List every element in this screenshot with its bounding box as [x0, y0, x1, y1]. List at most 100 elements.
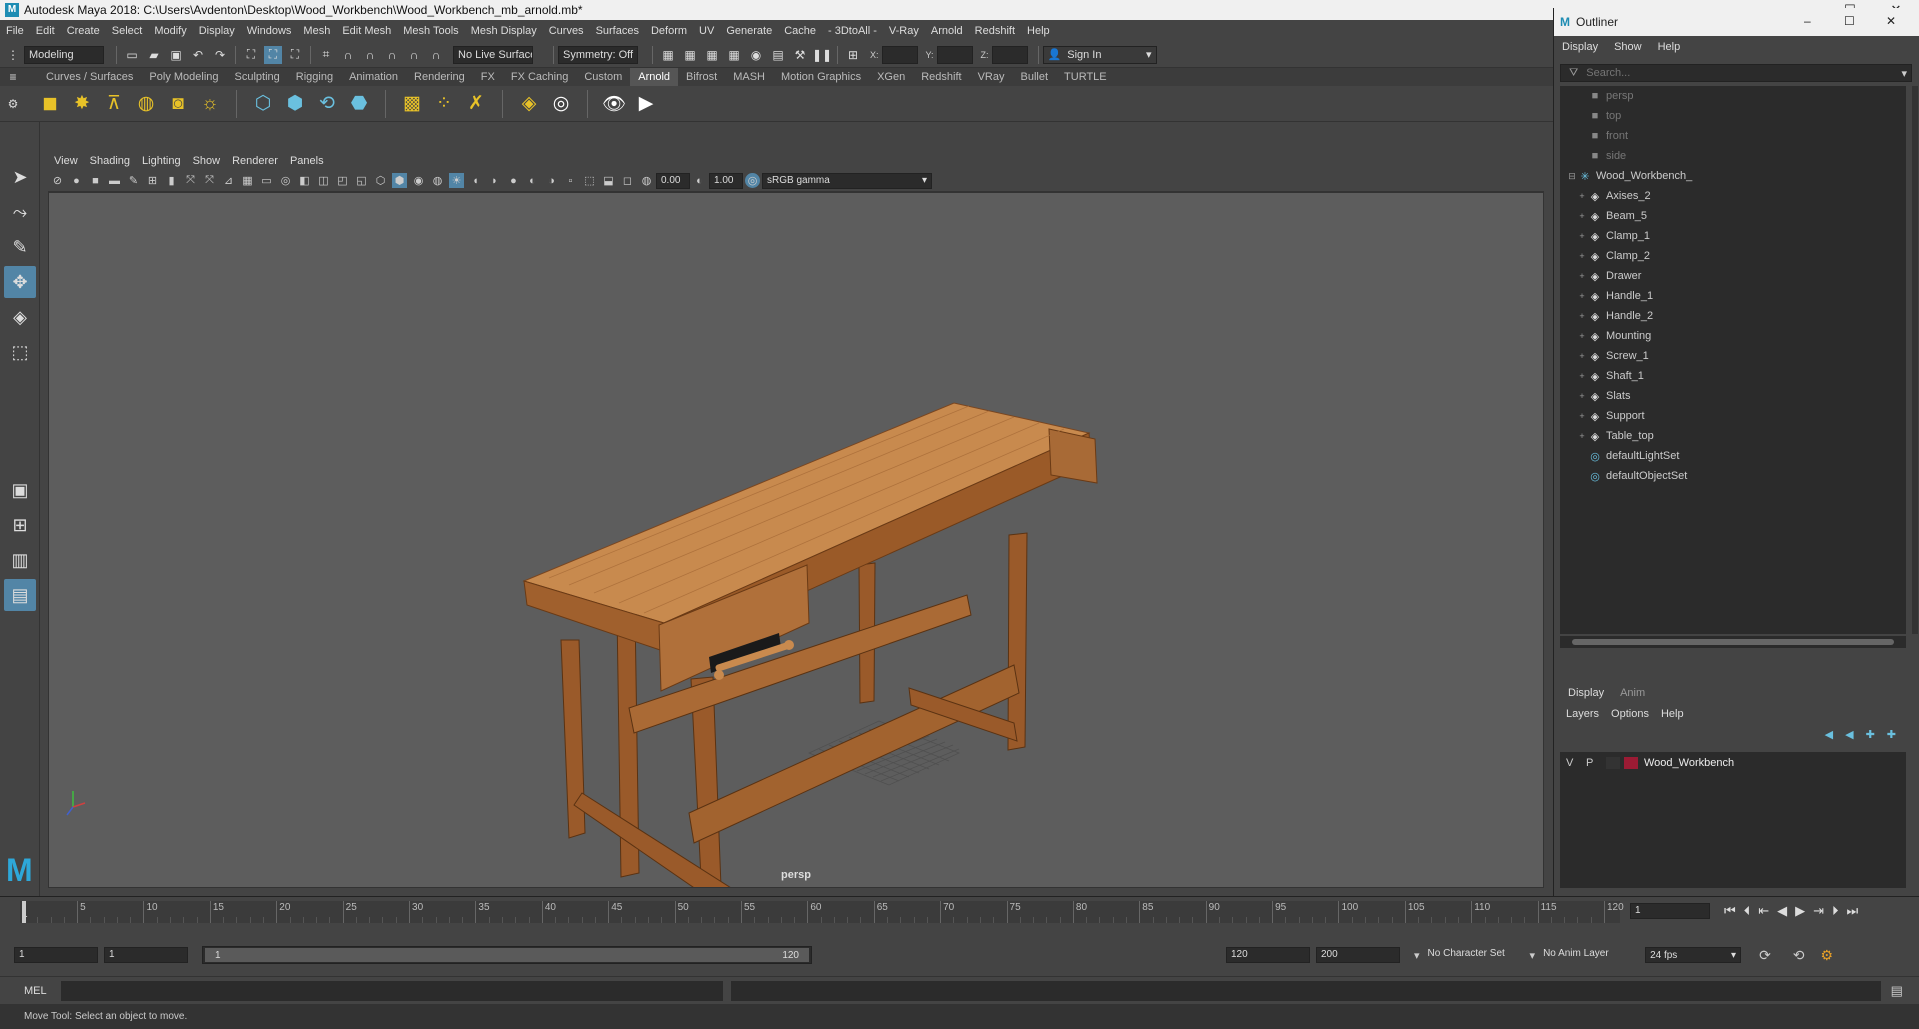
- volume-icon[interactable]: ⬣: [346, 91, 372, 117]
- symmetry-dropdown[interactable]: Symmetry: Off: [558, 45, 638, 64]
- play-forwards-icon[interactable]: ▶: [1795, 903, 1805, 919]
- curve-collector-icon[interactable]: ⟲: [314, 91, 340, 117]
- layer-type[interactable]: [1606, 757, 1620, 769]
- hypershade-icon[interactable]: ◉: [747, 46, 765, 64]
- frame-selection-icon[interactable]: ⤧: [202, 173, 217, 188]
- lasso-tool-icon[interactable]: ⤳: [4, 196, 36, 228]
- textured-icon[interactable]: ◍: [430, 173, 445, 188]
- shelf-tab-rigging[interactable]: Rigging: [288, 68, 341, 86]
- menu-display[interactable]: Display: [199, 25, 235, 37]
- shelf-tab-fx[interactable]: FX: [473, 68, 503, 86]
- ipr-render-icon[interactable]: ▦: [703, 46, 721, 64]
- camera-2d-pan-icon[interactable]: ⊞: [145, 173, 160, 188]
- shelf-tab-custom[interactable]: Custom: [576, 68, 630, 86]
- menu-edit[interactable]: Edit: [36, 25, 55, 37]
- safe-title-icon[interactable]: ◱: [354, 173, 369, 188]
- outliner-item-root[interactable]: ⊟ ✳ Wood_Workbench_: [1560, 166, 1906, 186]
- shelf-tab-vray[interactable]: VRay: [970, 68, 1013, 86]
- outliner-menu-show[interactable]: Show: [1614, 41, 1642, 53]
- outliner-item-mesh[interactable]: + ◈ Table_top: [1560, 426, 1906, 446]
- layer-visibility[interactable]: V: [1566, 757, 1586, 769]
- shelf-tab-motion-graphics[interactable]: Motion Graphics: [773, 68, 869, 86]
- fps-dropdown[interactable]: 24 fps ▾: [1645, 947, 1742, 963]
- layer-color-swatch[interactable]: [1624, 757, 1638, 769]
- grease-pencil-icon[interactable]: ✎: [126, 173, 141, 188]
- single-perspective-layout-icon[interactable]: ▣: [4, 474, 36, 506]
- outliner-item-mesh[interactable]: + ◈ Slats: [1560, 386, 1906, 406]
- new-scene-icon[interactable]: ▭: [123, 46, 141, 64]
- lights-icon[interactable]: ☀: [449, 173, 464, 188]
- outliner-item-camera[interactable]: ■ front: [1560, 126, 1906, 146]
- panel-menu-renderer[interactable]: Renderer: [232, 155, 278, 167]
- snap-surface-icon[interactable]: ∩: [405, 46, 423, 64]
- menu-arnold[interactable]: Arnold: [931, 25, 963, 37]
- outliner-item-mesh[interactable]: + ◈ Drawer: [1560, 266, 1906, 286]
- outliner-item-mesh[interactable]: + ◈ Mounting: [1560, 326, 1906, 346]
- menu-curves[interactable]: Curves: [549, 25, 584, 37]
- layer-tab-anim[interactable]: Anim: [1612, 685, 1653, 701]
- chevron-down-icon[interactable]: ▾: [1901, 67, 1907, 80]
- shelf-tab-xgen[interactable]: XGen: [869, 68, 913, 86]
- rotate-tool-icon[interactable]: ◈: [4, 301, 36, 333]
- outliner-item-mesh[interactable]: + ◈ Clamp_2: [1560, 246, 1906, 266]
- render-view-icon[interactable]: ▤: [769, 46, 787, 64]
- step-forward-frame-icon[interactable]: ⏵: [1832, 903, 1839, 919]
- material-icon[interactable]: ◈: [516, 91, 542, 117]
- select-component-icon[interactable]: ⛶: [286, 46, 304, 64]
- panel-menu-panels[interactable]: Panels: [290, 155, 324, 167]
- smooth-shade-icon[interactable]: ⬢: [392, 173, 407, 188]
- layer-menu-options[interactable]: Options: [1611, 708, 1649, 720]
- move-layer-down-icon[interactable]: ◀: [1845, 728, 1853, 741]
- menu-3dtoall[interactable]: - 3DtoAll -: [828, 25, 877, 37]
- anti-aliasing-icon[interactable]: ◐: [525, 173, 540, 188]
- standin-icon[interactable]: ⬡: [250, 91, 276, 117]
- shelf-tab-bullet[interactable]: Bullet: [1013, 68, 1057, 86]
- shadows-icon[interactable]: ◖: [468, 173, 483, 188]
- xray-joints-icon[interactable]: ⬓: [601, 173, 616, 188]
- menu-uv[interactable]: UV: [699, 25, 714, 37]
- panel-menu-lighting[interactable]: Lighting: [142, 155, 181, 167]
- outliner-item-camera[interactable]: ■ side: [1560, 146, 1906, 166]
- grid-toggle-icon[interactable]: ▦: [240, 173, 255, 188]
- perspective-viewport[interactable]: persp: [48, 192, 1544, 888]
- loop-icon[interactable]: ⟳: [1759, 947, 1771, 964]
- playback-end-field[interactable]: 120: [1226, 947, 1310, 963]
- frame-all-icon[interactable]: ⤧: [183, 173, 198, 188]
- time-ruler[interactable]: 5 10 15 20 25 30 35 40 45 50 55 60 65 70 75 80 85 90 95 100…: [20, 901, 1624, 923]
- play-backwards-icon[interactable]: ◀: [1777, 903, 1787, 919]
- bookmark-icon[interactable]: ■: [88, 173, 103, 188]
- render-sequence-icon[interactable]: ▦: [681, 46, 699, 64]
- snap-grid-icon[interactable]: ⌗: [317, 46, 335, 64]
- select-camera-icon[interactable]: ⊘: [50, 173, 65, 188]
- open-scene-icon[interactable]: ▰: [145, 46, 163, 64]
- exposure-field[interactable]: 0.00: [656, 172, 690, 189]
- sign-in-button[interactable]: 👤 Sign In ▾: [1042, 45, 1157, 64]
- flush-cache-icon[interactable]: ✗: [463, 91, 489, 117]
- outliner-item-mesh[interactable]: + ◈ Shaft_1: [1560, 366, 1906, 386]
- redo-icon[interactable]: ↷: [211, 46, 229, 64]
- expand-icon[interactable]: +: [1576, 191, 1588, 201]
- outliner-search[interactable]: ⛛ ▾: [1560, 64, 1912, 82]
- command-input[interactable]: [60, 980, 723, 1001]
- go-to-start-icon[interactable]: ⏮: [1724, 903, 1736, 919]
- undo-icon[interactable]: ↶: [189, 46, 207, 64]
- color-space-dropdown[interactable]: sRGB gamma ▾: [762, 172, 932, 189]
- range-slider[interactable]: 1 120: [202, 946, 812, 964]
- export-standin-icon[interactable]: ⬢: [282, 91, 308, 117]
- operator-icon[interactable]: ◎: [548, 91, 574, 117]
- shelf-menu-icon[interactable]: ≡: [6, 68, 20, 86]
- image-plane-icon[interactable]: ▬: [107, 173, 122, 188]
- four-view-layout-icon[interactable]: ⊞: [4, 509, 36, 541]
- isolate-select-icon[interactable]: ▫: [563, 173, 578, 188]
- shelf-tab-rendering[interactable]: Rendering: [406, 68, 473, 86]
- animation-preferences-icon[interactable]: ⚙: [1821, 947, 1834, 964]
- menu-mesh-display[interactable]: Mesh Display: [471, 25, 537, 37]
- shelf-tab-arnold[interactable]: Arnold: [630, 68, 679, 86]
- gamma-field[interactable]: 1.00: [709, 172, 743, 189]
- expand-icon[interactable]: +: [1576, 231, 1588, 241]
- color-management-icon[interactable]: ◎: [745, 173, 760, 188]
- save-scene-icon[interactable]: ▣: [167, 46, 185, 64]
- layer-playback[interactable]: P: [1586, 757, 1606, 769]
- expand-icon[interactable]: +: [1576, 251, 1588, 261]
- wireframe-on-shaded-icon[interactable]: ◉: [411, 173, 426, 188]
